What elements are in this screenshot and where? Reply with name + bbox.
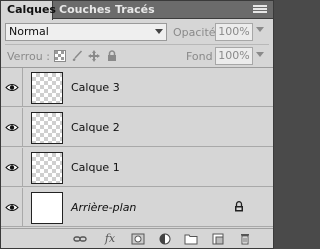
- new-group-icon[interactable]: [184, 233, 198, 245]
- lock-all-icon[interactable]: [106, 50, 118, 62]
- chevron-down-icon: [155, 29, 163, 34]
- layers-toolbar: fx: [1, 228, 273, 248]
- opacity-dropdown-icon[interactable]: [256, 27, 264, 35]
- layer-name: Calque 2: [71, 121, 120, 134]
- add-mask-icon[interactable]: [131, 233, 145, 245]
- lock-transparency-icon[interactable]: [54, 50, 66, 62]
- lock-icon: [235, 201, 243, 212]
- lock-label: Verrou :: [7, 50, 50, 63]
- layer-thumbnail: [31, 72, 63, 104]
- visibility-toggle[interactable]: [1, 188, 23, 227]
- opacity-field[interactable]: 100%: [215, 23, 253, 41]
- eye-icon: [5, 204, 19, 211]
- layer-row-calque-2[interactable]: Calque 2: [1, 108, 273, 147]
- layers-panel: Calques Couches Tracés Normal Opacité : …: [0, 0, 274, 249]
- eye-icon: [5, 164, 19, 171]
- blend-mode-select[interactable]: Normal: [5, 23, 167, 41]
- lock-row: Verrou : Fond : 100%: [1, 45, 273, 67]
- adjustment-layer-icon[interactable]: [158, 233, 172, 245]
- delete-layer-icon[interactable]: [238, 233, 252, 245]
- layers-list: Calque 3 Calque 2 Calque 1 Arrière-plan: [1, 67, 273, 227]
- layer-row-background[interactable]: Arrière-plan: [1, 188, 273, 227]
- visibility-toggle[interactable]: [1, 108, 23, 147]
- eye-icon: [5, 124, 19, 131]
- layer-thumbnail: [31, 152, 63, 184]
- blend-mode-value: Normal: [9, 25, 49, 38]
- layer-name: Arrière-plan: [71, 201, 137, 214]
- visibility-toggle[interactable]: [1, 148, 23, 187]
- blend-row: Normal Opacité : 100%: [1, 20, 273, 44]
- layer-name: Calque 3: [71, 81, 120, 94]
- fx-icon[interactable]: fx: [103, 233, 117, 245]
- lock-pixels-icon[interactable]: [71, 50, 83, 62]
- visibility-toggle[interactable]: [1, 68, 23, 107]
- tab-traces[interactable]: Tracés: [109, 1, 155, 19]
- layer-name: Calque 1: [71, 161, 120, 174]
- panel-menu-icon[interactable]: [253, 5, 267, 15]
- new-layer-icon[interactable]: [211, 233, 225, 245]
- layer-row-calque-3[interactable]: Calque 3: [1, 68, 273, 107]
- layer-thumbnail: [31, 112, 63, 144]
- fill-dropdown-icon[interactable]: [256, 52, 264, 60]
- layer-thumbnail: [31, 192, 63, 224]
- tab-calques[interactable]: Calques: [1, 1, 56, 20]
- eye-icon: [5, 84, 19, 91]
- layer-row-calque-1[interactable]: Calque 1: [1, 148, 273, 187]
- link-layers-icon[interactable]: [73, 233, 87, 245]
- lock-position-icon[interactable]: [88, 50, 100, 62]
- fill-field[interactable]: 100%: [215, 47, 253, 65]
- tab-couches[interactable]: Couches: [53, 1, 111, 19]
- panel-tab-bar: Calques Couches Tracés: [1, 1, 273, 20]
